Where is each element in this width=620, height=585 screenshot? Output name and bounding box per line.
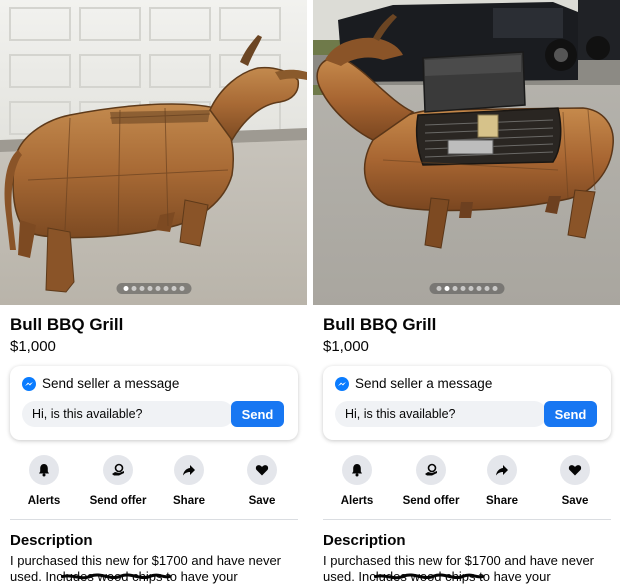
carousel-dot: [155, 286, 160, 291]
carousel-indicator: [116, 283, 191, 294]
offer-tag-icon: [425, 463, 437, 476]
listing-title: Bull BBQ Grill: [323, 315, 437, 334]
section-divider: [323, 519, 611, 520]
message-header: Send seller a message: [335, 376, 492, 391]
share-button[interactable]: Share: [153, 455, 225, 507]
carousel-dot: [484, 286, 489, 291]
carousel-dot: [476, 286, 481, 291]
carousel-dot: [131, 286, 136, 291]
send-offer-button[interactable]: Send offer: [395, 455, 467, 507]
carousel-dot: [436, 286, 441, 291]
description-text: I purchased this new for $1700 and have …: [10, 553, 306, 585]
share-button[interactable]: Share: [466, 455, 538, 507]
description-heading: Description: [323, 532, 406, 549]
scribble-mark: [60, 573, 171, 580]
send-offer-icon-circle: [416, 455, 446, 485]
send-offer-button[interactable]: Send offer: [82, 455, 154, 507]
bell-icon: [352, 464, 362, 477]
listing-photo-bull-grill-open[interactable]: [313, 0, 620, 305]
send-message-card: Send seller a message Send: [323, 366, 611, 440]
listing-panel-right: Bull BBQ Grill $1,000 Send seller a mess…: [313, 0, 620, 585]
send-offer-label: Send offer: [402, 495, 460, 507]
scribbled-out-text: ludes wood chips: [373, 569, 484, 585]
bull-grill-open-photo: [313, 0, 620, 305]
carousel-dot: [468, 286, 473, 291]
scribbled-out-text: ludes wood chips: [60, 569, 171, 585]
carousel-dot: [179, 286, 184, 291]
message-heading: Send seller a message: [355, 376, 493, 391]
messenger-icon: [22, 376, 36, 391]
alerts-label: Alerts: [27, 495, 61, 507]
listing-panel-left: Bull BBQ Grill $1,000 Send seller a mess…: [0, 0, 307, 585]
listing-price: $1,000: [10, 338, 56, 355]
carousel-dot: [452, 286, 457, 291]
listing-photo-bull-grill-side[interactable]: [0, 0, 307, 305]
bell-icon: [39, 464, 49, 477]
section-divider: [10, 519, 298, 520]
send-offer-label: Send offer: [89, 495, 147, 507]
carousel-dot: [171, 286, 176, 291]
alerts-button[interactable]: Alerts: [8, 455, 80, 507]
send-button[interactable]: Send: [544, 401, 597, 427]
send-message-card: Send seller a message Send: [10, 366, 298, 440]
heart-icon: [568, 465, 582, 476]
messenger-icon: [335, 376, 349, 391]
share-icon-circle: [487, 455, 517, 485]
carousel-dot: [444, 286, 449, 291]
action-bar: Alerts Send offer Share Save: [313, 455, 620, 510]
description-text: I purchased this new for $1700 and have …: [323, 553, 619, 585]
save-button[interactable]: Save: [226, 455, 298, 507]
save-icon-circle: [560, 455, 590, 485]
alerts-label: Alerts: [340, 495, 374, 507]
heart-icon: [255, 465, 269, 476]
send-button[interactable]: Send: [231, 401, 284, 427]
carousel-dot: [163, 286, 168, 291]
description-heading: Description: [10, 532, 93, 549]
description-text-end: to have your: [162, 569, 238, 584]
message-header: Send seller a message: [22, 376, 179, 391]
alerts-button[interactable]: Alerts: [321, 455, 393, 507]
share-arrow-icon: [496, 465, 508, 476]
alerts-icon-circle: [342, 455, 372, 485]
share-label: Share: [486, 495, 518, 507]
carousel-dot: [460, 286, 465, 291]
message-input[interactable]: [22, 401, 234, 427]
carousel-dot: [123, 286, 128, 291]
message-input[interactable]: [335, 401, 547, 427]
alerts-icon-circle: [29, 455, 59, 485]
save-label: Save: [561, 495, 589, 507]
scribble-mark: [373, 573, 484, 580]
share-icon-circle: [174, 455, 204, 485]
listing-price: $1,000: [323, 338, 369, 355]
save-label: Save: [248, 495, 276, 507]
share-arrow-icon: [183, 465, 195, 476]
carousel-dot: [492, 286, 497, 291]
listing-title: Bull BBQ Grill: [10, 315, 124, 334]
carousel-dot: [139, 286, 144, 291]
offer-tag-icon: [112, 463, 124, 476]
description-text-end: to have your: [475, 569, 551, 584]
save-button[interactable]: Save: [539, 455, 611, 507]
carousel-indicator: [429, 283, 504, 294]
message-heading: Send seller a message: [42, 376, 180, 391]
action-bar: Alerts Send offer Share Save: [0, 455, 307, 510]
carousel-dot: [147, 286, 152, 291]
send-offer-icon-circle: [103, 455, 133, 485]
share-label: Share: [173, 495, 205, 507]
bull-grill-photo: [0, 0, 307, 305]
save-icon-circle: [247, 455, 277, 485]
